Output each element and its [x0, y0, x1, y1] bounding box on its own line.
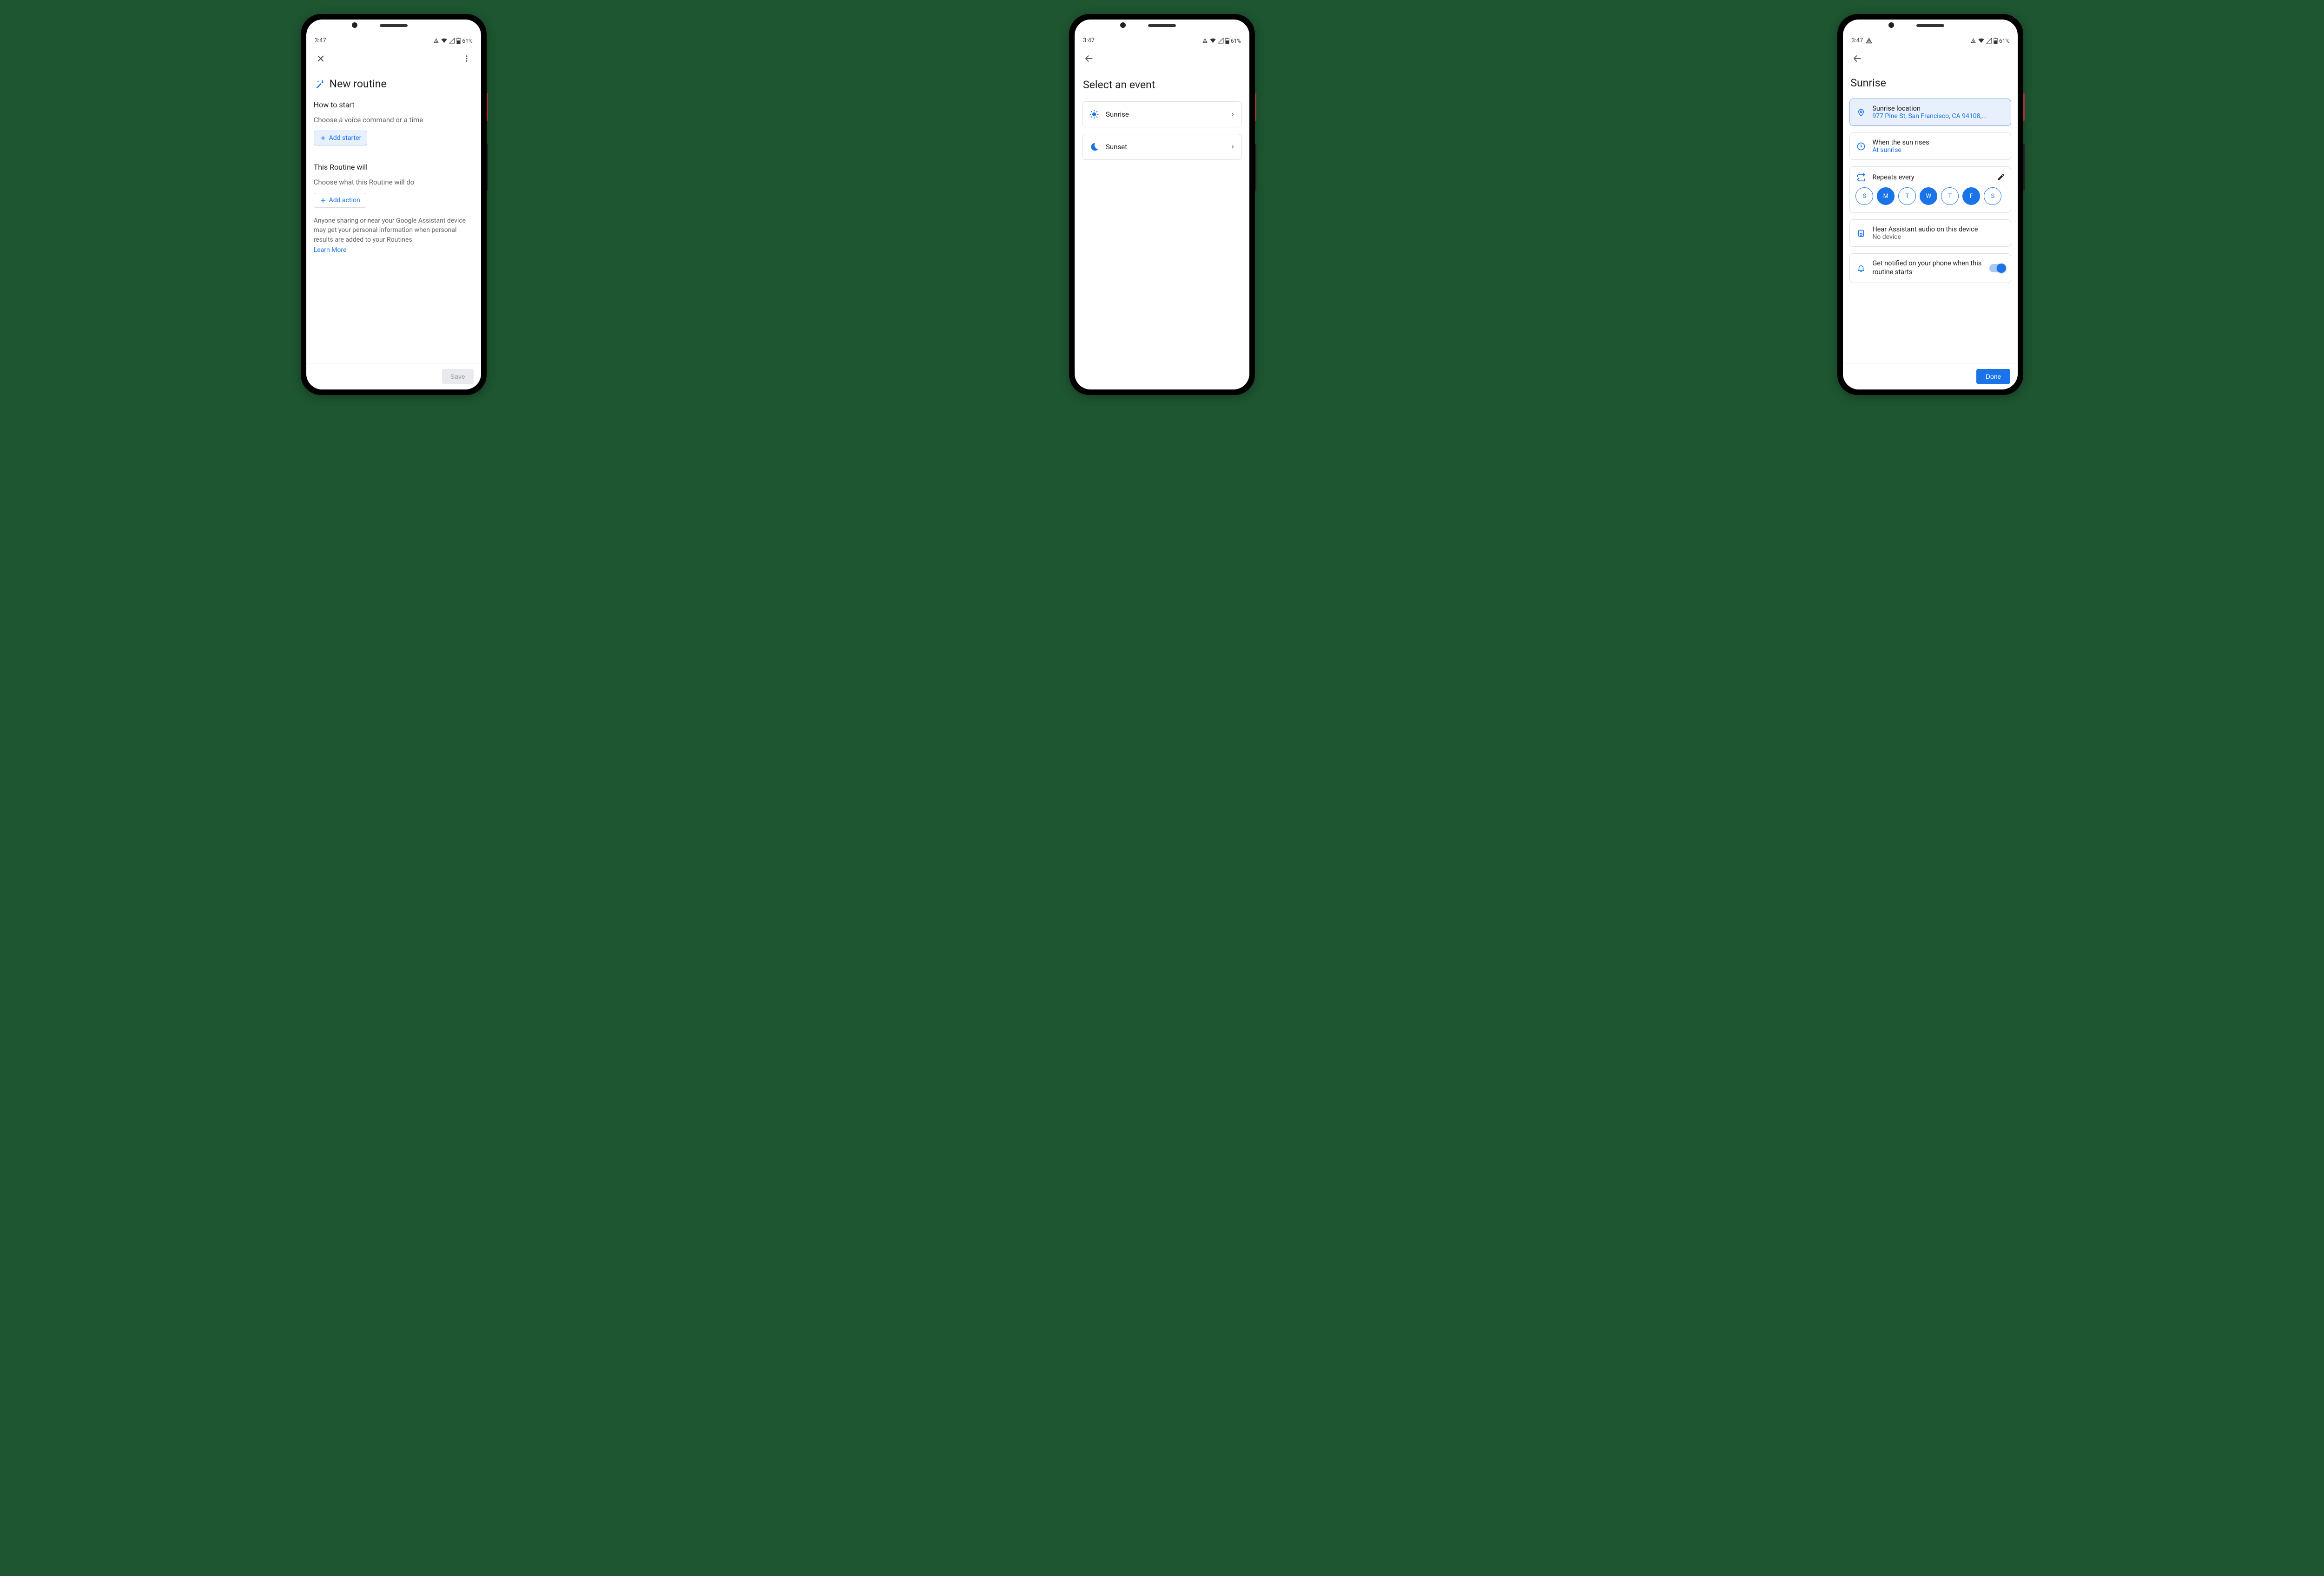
location-address: 977 Pine St, San Francisco, CA 94108,...	[1872, 112, 2005, 120]
add-starter-label: Add starter	[329, 134, 362, 142]
card-audio-device[interactable]: Hear Assistant audio on this device No d…	[1849, 219, 2011, 247]
wifi-icon	[441, 38, 448, 44]
add-starter-button[interactable]: Add starter	[314, 131, 368, 145]
plus-icon	[320, 135, 326, 141]
signal-icon	[1986, 38, 1992, 44]
hint-routine-will: Choose what this Routine will do	[314, 178, 474, 186]
event-option-label: Sunset	[1106, 143, 1224, 151]
phone-3: 3:47 61% Sunrise	[1837, 14, 2023, 395]
battery-pct: 61%	[1231, 38, 1241, 44]
signal-icon	[449, 38, 455, 44]
overflow-menu-icon[interactable]	[459, 51, 475, 66]
event-option-label: Sunrise	[1106, 110, 1224, 119]
add-action-label: Add action	[329, 197, 360, 204]
battery-icon	[456, 38, 461, 44]
card-sunrise-location[interactable]: Sunrise location 977 Pine St, San Franci…	[1849, 99, 2011, 126]
location-pin-icon	[1855, 107, 1867, 118]
learn-more-link[interactable]: Learn More	[314, 246, 347, 254]
day-chip[interactable]: T	[1941, 187, 1959, 205]
moon-icon	[1089, 142, 1099, 152]
back-icon[interactable]	[1081, 51, 1097, 66]
day-chip[interactable]: T	[1898, 187, 1916, 205]
edit-icon[interactable]	[1997, 173, 2005, 181]
day-chip[interactable]: F	[1962, 187, 1980, 205]
privacy-info-text: Anyone sharing or near your Google Assis…	[314, 216, 474, 244]
status-bar: 3:47 61%	[306, 36, 481, 46]
dnd-icon	[433, 38, 439, 44]
magic-wand-icon	[315, 79, 325, 89]
speaker-icon	[1855, 228, 1867, 238]
audio-title: Hear Assistant audio on this device	[1872, 225, 2005, 233]
chevron-right-icon	[1230, 143, 1235, 151]
event-option-sunset[interactable]: Sunset	[1082, 134, 1242, 160]
when-sub: At sunrise	[1872, 146, 2005, 154]
back-icon[interactable]	[1849, 51, 1865, 66]
day-chip[interactable]: M	[1877, 187, 1895, 205]
battery-pct: 61%	[462, 38, 472, 44]
plus-icon	[320, 197, 326, 204]
page-title: Select an event	[1082, 69, 1242, 101]
wifi-icon	[1209, 38, 1216, 44]
battery-icon	[1225, 38, 1229, 44]
clock: 3:47	[315, 37, 326, 44]
section-routine-will: This Routine will	[314, 163, 474, 171]
when-title: When the sun rises	[1872, 138, 2005, 146]
status-bar: 3:47 61%	[1843, 36, 2018, 46]
location-title: Sunrise location	[1872, 105, 2005, 112]
bell-icon	[1855, 264, 1867, 273]
save-button: Save	[442, 369, 474, 384]
page-title: New routine	[330, 78, 387, 90]
dnd-icon	[1202, 38, 1208, 44]
done-button[interactable]: Done	[1976, 369, 2010, 384]
card-when-sun-rises[interactable]: When the sun rises At sunrise	[1849, 132, 2011, 160]
battery-icon	[1994, 38, 1998, 44]
add-action-button[interactable]: Add action	[314, 193, 366, 208]
phone-1: 3:47 61% New routine	[301, 14, 487, 395]
phone-2: 3:47 61% Select an event Sunrise	[1069, 14, 1255, 395]
notify-toggle[interactable]	[1989, 264, 2005, 272]
card-notify[interactable]: Get notified on your phone when this rou…	[1849, 253, 2011, 283]
wifi-icon	[1978, 38, 1985, 44]
status-bar: 3:47 61%	[1075, 36, 1249, 46]
dnd-icon	[1970, 38, 1976, 44]
signal-icon	[1218, 38, 1224, 44]
card-repeats: Repeats every SMTWTFS	[1849, 166, 2011, 213]
day-chip[interactable]: S	[1855, 187, 1873, 205]
clock-icon	[1855, 142, 1867, 151]
repeats-title: Repeats every	[1872, 173, 1914, 181]
audio-sub: No device	[1872, 233, 2005, 241]
hint-how-to-start: Choose a voice command or a time	[314, 116, 474, 124]
event-option-sunrise[interactable]: Sunrise	[1082, 101, 1242, 127]
page-title: Sunrise	[1849, 69, 2011, 99]
battery-pct: 61%	[1999, 38, 2009, 44]
day-selector: SMTWTFS	[1855, 186, 2005, 207]
section-how-to-start: How to start	[314, 100, 474, 109]
day-chip[interactable]: S	[1984, 187, 2001, 205]
close-icon[interactable]	[313, 51, 329, 66]
day-chip[interactable]: W	[1920, 187, 1937, 205]
clock: 3:47	[1083, 37, 1095, 44]
notify-title: Get notified on your phone when this rou…	[1872, 259, 1984, 277]
clock: 3:47	[1851, 37, 1863, 44]
repeat-icon	[1855, 172, 1867, 182]
app-badge-icon	[1866, 38, 1872, 44]
chevron-right-icon	[1230, 111, 1235, 118]
sun-icon	[1089, 109, 1099, 119]
